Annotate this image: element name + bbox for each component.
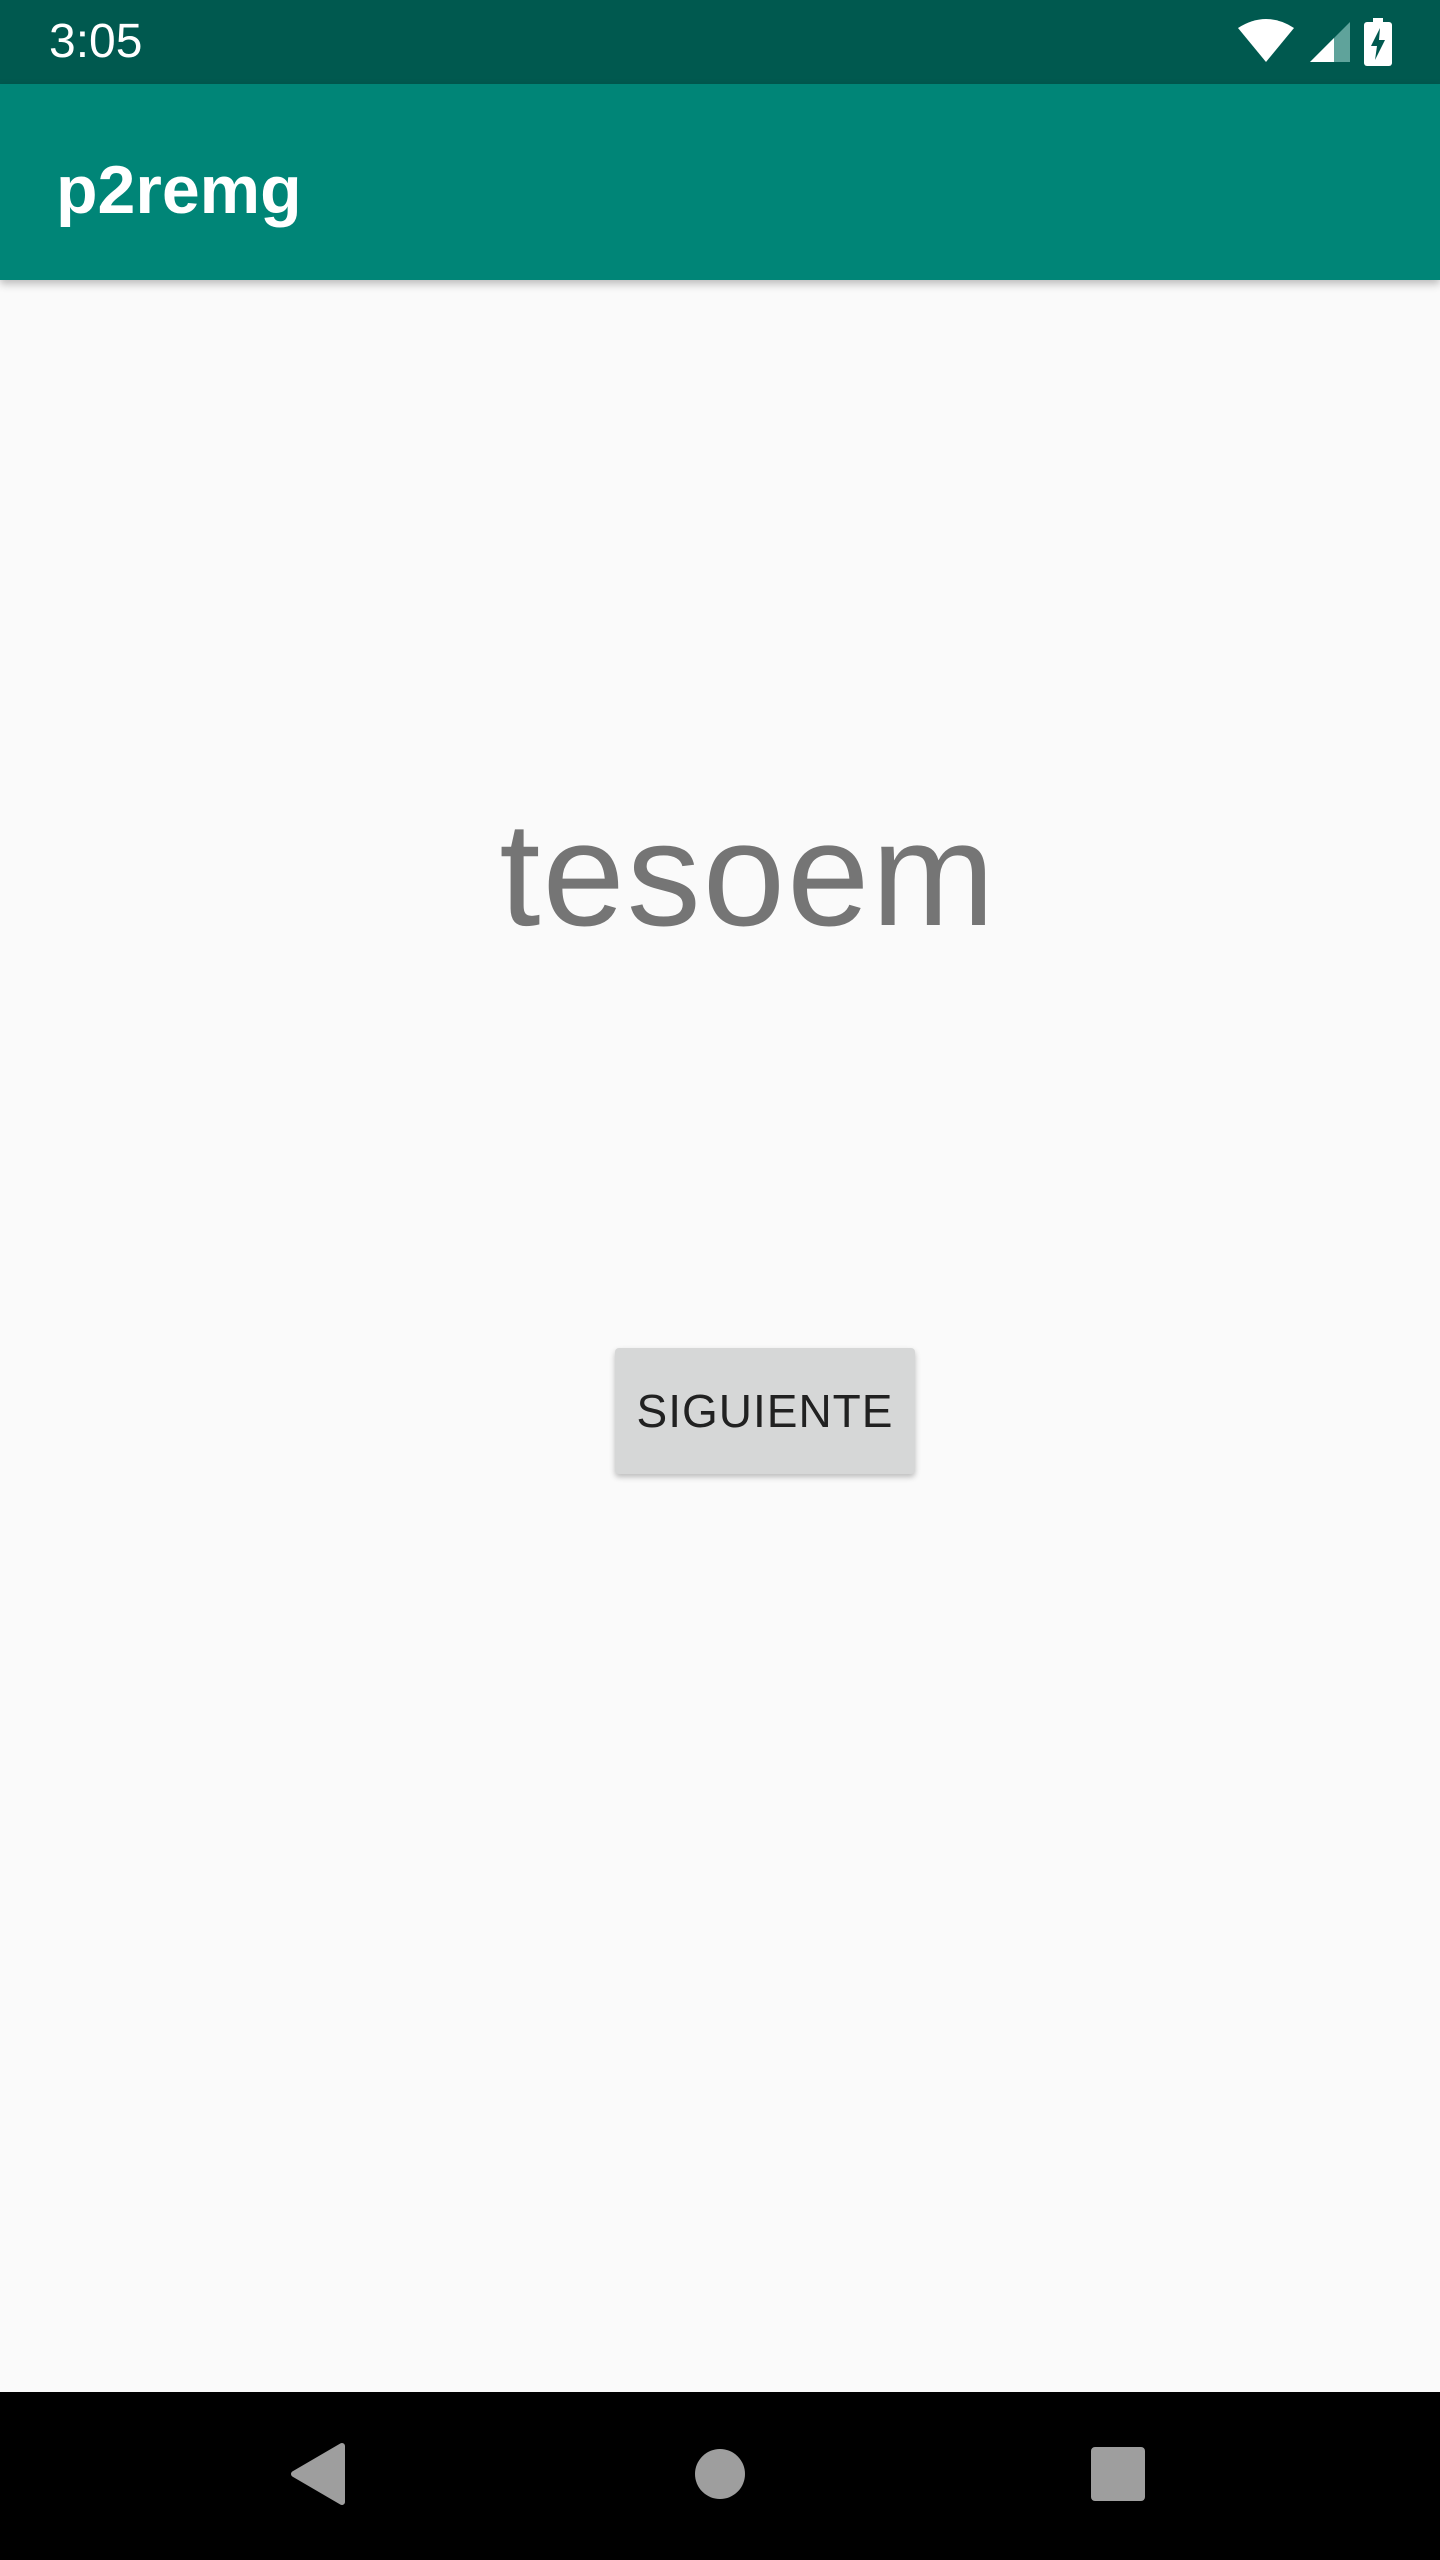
wifi-icon <box>1236 18 1296 66</box>
back-button[interactable] <box>270 2428 366 2524</box>
cell-signal-icon <box>1308 18 1352 66</box>
navigation-bar <box>0 2392 1440 2560</box>
home-button[interactable] <box>672 2428 768 2524</box>
next-button[interactable]: SIGUIENTE <box>615 1348 915 1474</box>
battery-charging-icon <box>1364 18 1392 66</box>
home-icon <box>694 2448 746 2505</box>
status-icons <box>1236 18 1392 66</box>
status-time: 3:05 <box>49 15 143 68</box>
main-text: tesoem <box>499 792 997 957</box>
back-icon <box>288 2442 348 2511</box>
recents-button[interactable] <box>1070 2428 1166 2524</box>
status-bar: 3:05 <box>0 0 1440 84</box>
recents-icon <box>1091 2446 1145 2506</box>
app-title: p2remg <box>56 152 302 228</box>
app-bar: p2remg <box>0 84 1440 280</box>
